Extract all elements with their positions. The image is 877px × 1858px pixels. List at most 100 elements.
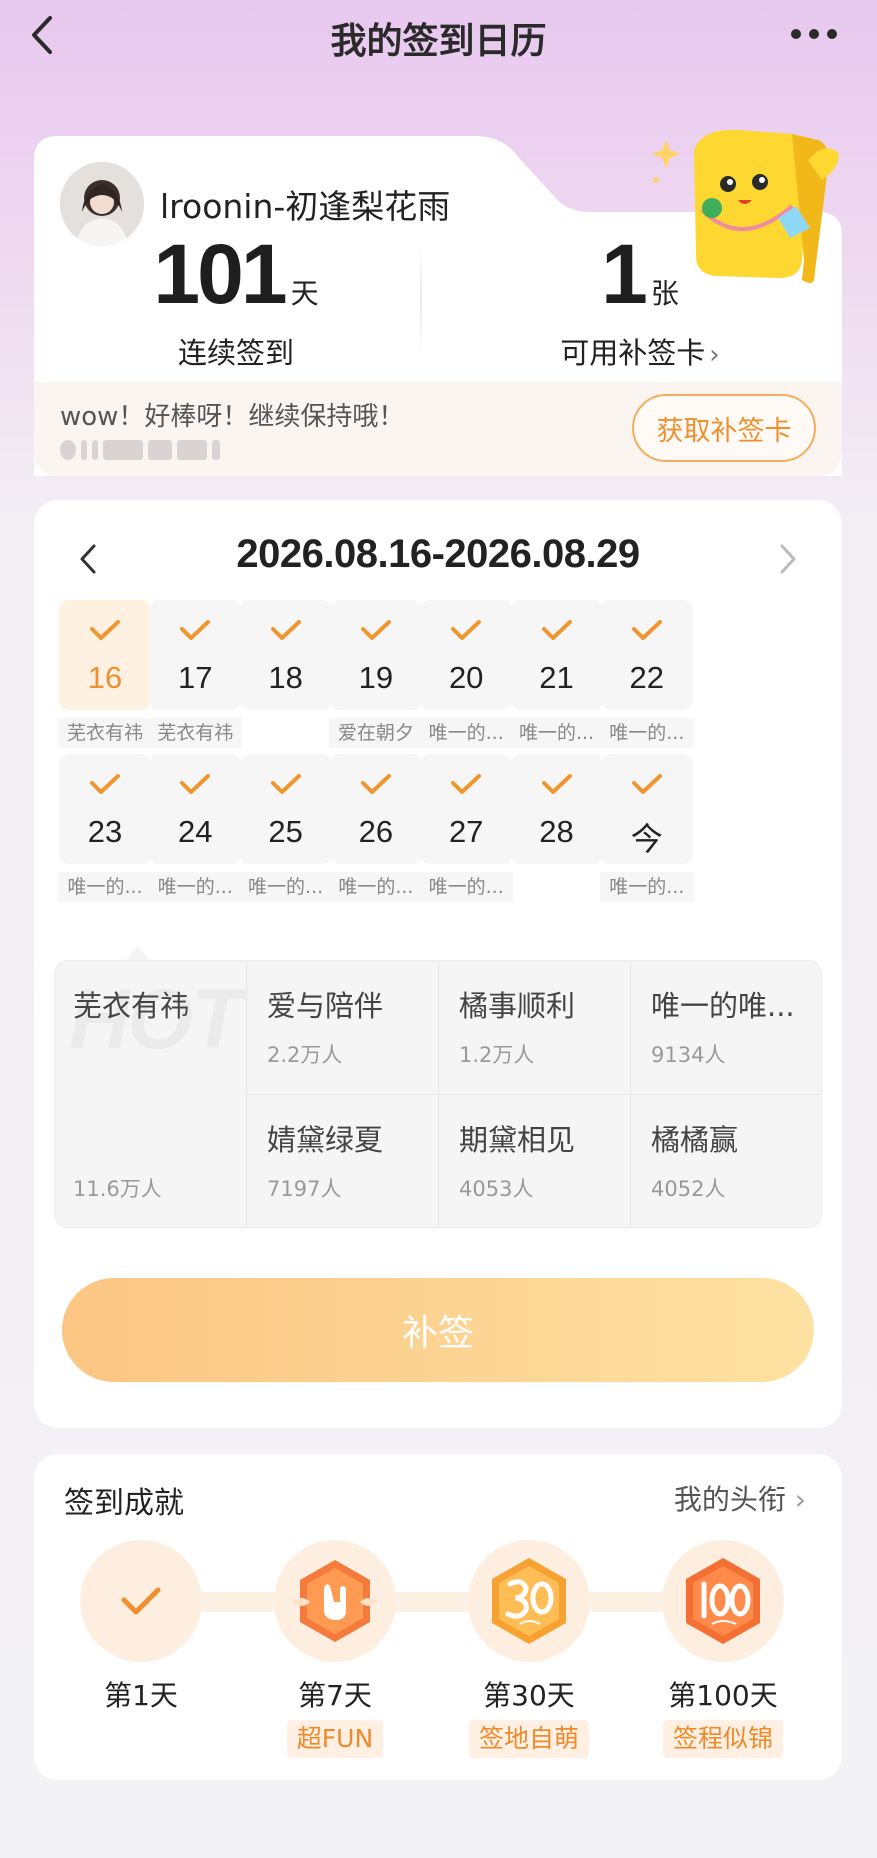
- stat-divider: [420, 244, 422, 356]
- achievements-card: 签到成就 我的头衔 › 第1天 第7天 超FUN 第30天 签地自萌 第100天…: [34, 1454, 842, 1780]
- calendar-day-tag: 唯一的...: [58, 872, 152, 902]
- calendar-day-number: 25: [268, 814, 303, 849]
- hot-tag-item[interactable]: 橘事顺利 1.2万人: [439, 961, 631, 1095]
- calendar-day-box[interactable]: 21: [510, 600, 603, 710]
- calendar-day: 16 芜衣有祎: [58, 600, 152, 748]
- calendar-day-number: 20: [448, 660, 484, 695]
- badge-day-1[interactable]: [80, 1540, 202, 1662]
- calendar-day: 27 唯一的...: [419, 754, 514, 902]
- calendar-day-box[interactable]: 24: [149, 754, 242, 864]
- calendar-day-number: 22: [629, 660, 665, 695]
- hot-tag-count: 4052人: [651, 1177, 726, 1201]
- 30-days-badge-icon: [492, 1558, 566, 1644]
- calendar-day-number: 24: [178, 814, 213, 849]
- calendar-day-tag: [239, 718, 333, 748]
- calendar-day-number: 今: [630, 821, 663, 857]
- selection-pointer: [126, 946, 150, 960]
- dot-icon: [827, 29, 837, 39]
- calendar-day-box[interactable]: 18: [239, 600, 332, 710]
- calendar-day-tag: [510, 872, 604, 902]
- calendar-day-box[interactable]: 27: [420, 754, 513, 864]
- calendar-day-box[interactable]: 17: [149, 600, 242, 710]
- calendar-day-number: 17: [178, 660, 213, 695]
- makeup-card-unit: 张: [650, 277, 679, 310]
- hot-tag-name: 橘橘赢: [651, 1123, 739, 1157]
- rock-hand-badge-icon: [292, 1560, 378, 1642]
- check-icon: [180, 774, 211, 794]
- calendar-day-box[interactable]: 28: [510, 754, 603, 864]
- hot-tag-item[interactable]: 婧黛绿夏 7197人: [247, 1095, 439, 1227]
- dot-icon: [809, 29, 819, 39]
- check-icon: [360, 774, 391, 794]
- calendar-day-number: 18: [268, 660, 303, 695]
- check-icon: [270, 774, 301, 794]
- checkin-calendar-page: 我的签到日历 lroonin-初逢梨花雨 101 天 连续签到 1 张 可用补签…: [0, 0, 877, 1858]
- hot-tag-item[interactable]: 唯一的唯... 9134人: [631, 961, 821, 1095]
- next-period-button[interactable]: [766, 536, 806, 582]
- makeup-card-stat[interactable]: 1张 可用补签卡 ›: [438, 232, 842, 372]
- calendar-day: 20 唯一的...: [419, 600, 514, 748]
- calendar-day: 28: [510, 754, 604, 902]
- makeup-card-count: 1: [601, 227, 648, 321]
- dot-icon: [791, 29, 801, 39]
- 100-days-badge-icon: [686, 1558, 760, 1644]
- hot-tag-item[interactable]: 期黛相见 4053人: [439, 1095, 631, 1227]
- chevron-right-icon: [780, 544, 796, 574]
- hot-tag-count: 7197人: [267, 1177, 342, 1201]
- more-options-button[interactable]: [791, 24, 843, 44]
- streak-days-value: 101: [153, 227, 287, 321]
- my-titles-link[interactable]: 我的头衔 ›: [674, 1478, 806, 1518]
- calendar-day-box[interactable]: 16: [59, 600, 151, 710]
- calendar-day: 23 唯一的...: [58, 754, 152, 902]
- encouragement-message: wow！好棒呀！继续保持哦！: [60, 402, 405, 432]
- calendar-day-number: 16: [87, 660, 123, 695]
- get-makeup-card-button[interactable]: 获取补签卡: [632, 394, 816, 462]
- hot-tag-name: 期黛相见: [459, 1123, 576, 1157]
- calendar-day: 25 唯一的...: [238, 754, 333, 902]
- check-icon: [90, 620, 120, 640]
- achievement-day-100: 第100天 签程似锦: [648, 1540, 798, 1758]
- badge-day-label: 第30天: [483, 1679, 575, 1712]
- calendar-day-box[interactable]: 今: [600, 754, 693, 864]
- hot-tag-item[interactable]: 爱与陪伴 2.2万人: [247, 961, 439, 1095]
- profile-footer: wow！好棒呀！继续保持哦！ 获取补签卡: [34, 382, 842, 476]
- badge-day-label: 第1天: [104, 1679, 178, 1712]
- calendar-day-box[interactable]: 25: [239, 754, 332, 864]
- chevron-right-icon: ›: [709, 340, 720, 370]
- calendar-day: 26 唯一的...: [328, 754, 423, 902]
- date-range: 2026.08.16-2026.08.29: [236, 532, 640, 576]
- profile-card: lroonin-初逢梨花雨 101 天 连续签到 1张 可用补签卡 › wow！…: [34, 129, 842, 476]
- calendar-day-tag: 唯一的...: [419, 872, 514, 902]
- calendar-day-box[interactable]: 22: [600, 600, 693, 710]
- check-icon: [121, 1587, 161, 1615]
- hot-tag-list: HOT 芜衣有祎 11.6万人 爱与陪伴 2.2万人 橘事顺利 1.2万人 唯一…: [54, 960, 822, 1228]
- badge-title-tag: 签地自萌: [468, 1720, 589, 1758]
- calendar-day-tag: 唯一的...: [599, 872, 694, 902]
- hot-tag-count: 11.6万人: [73, 1177, 162, 1201]
- calendar-day-tag: 唯一的...: [238, 872, 333, 902]
- calendar-day: 17 芜衣有祎: [148, 600, 243, 748]
- calendar-day-box[interactable]: 23: [59, 754, 151, 864]
- makeup-card-label[interactable]: 可用补签卡: [560, 336, 705, 370]
- achievement-day-7: 第7天 超FUN: [260, 1540, 410, 1758]
- badge-day-label: 第100天: [668, 1679, 778, 1712]
- hot-tag-item[interactable]: 橘橘赢 4052人: [631, 1095, 821, 1227]
- calendar-day-tag: 唯一的...: [509, 718, 604, 748]
- badge-day-100[interactable]: [662, 1540, 784, 1662]
- badge-day-7[interactable]: [274, 1540, 396, 1662]
- achievements-heading: 签到成就: [64, 1486, 184, 1521]
- calendar-day-number: 21: [539, 660, 574, 695]
- calendar-day-box[interactable]: 20: [420, 600, 513, 710]
- calendar-day-tag: 唯一的...: [419, 718, 514, 748]
- streak-stat: 101 天 连续签到: [34, 232, 438, 372]
- badge-day-30[interactable]: [468, 1540, 590, 1662]
- hot-tag-name: 爱与陪伴: [267, 989, 384, 1023]
- calendar-day-box[interactable]: 19: [329, 600, 422, 710]
- hot-tag-name: 唯一的唯...: [651, 989, 795, 1023]
- my-titles-label: 我的头衔: [673, 1483, 786, 1516]
- calendar-day-tag: 芜衣有祎: [58, 718, 152, 748]
- calendar-day-box[interactable]: 26: [329, 754, 422, 864]
- hot-tag-top[interactable]: HOT 芜衣有祎 11.6万人: [55, 961, 247, 1227]
- makeup-checkin-button[interactable]: 补签: [62, 1278, 814, 1382]
- calendar-day-number: 27: [448, 814, 484, 849]
